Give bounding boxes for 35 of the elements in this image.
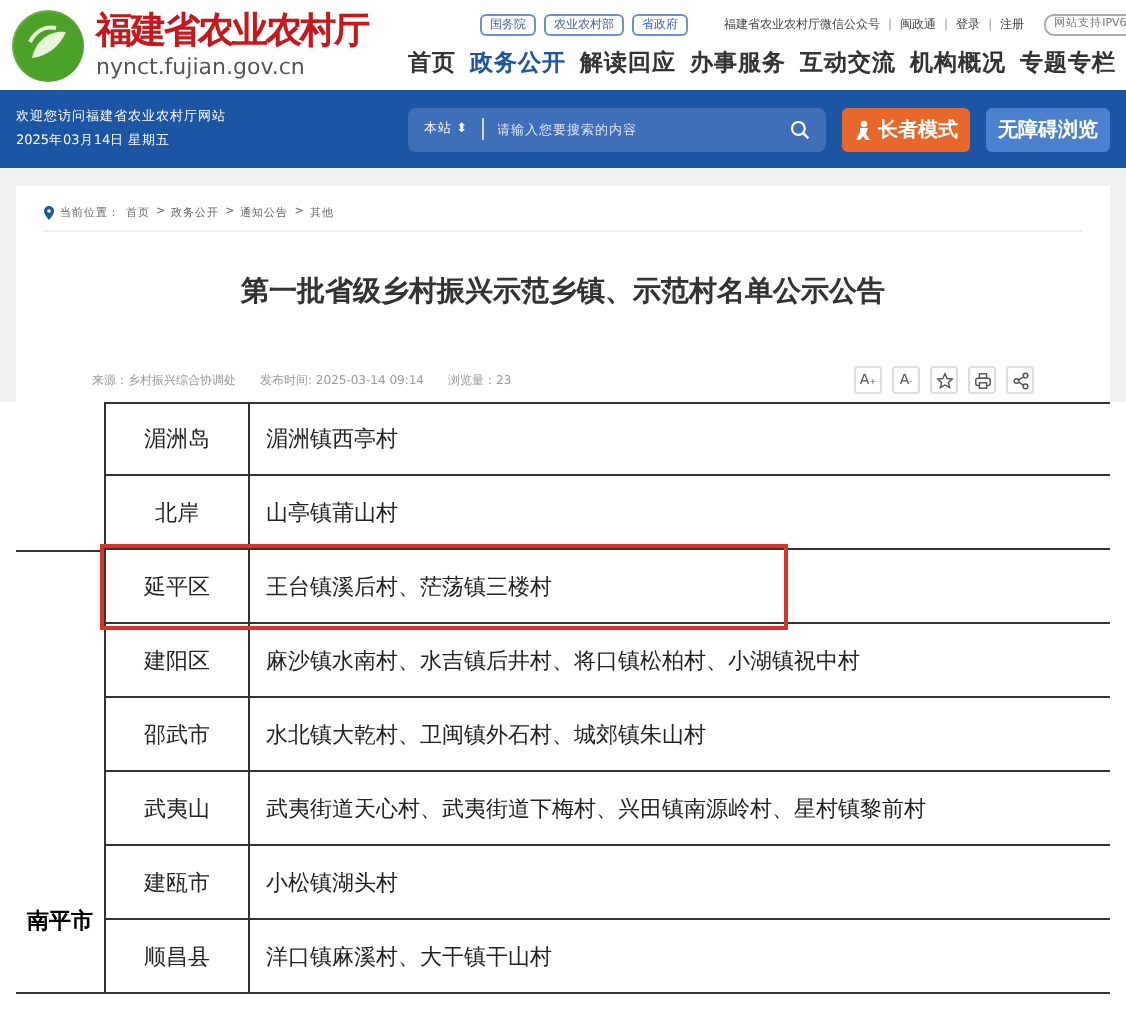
district-cell: 武夷山 <box>104 772 250 846</box>
site-name: 福建省农业农村厅 <box>96 9 371 53</box>
favorite-button[interactable] <box>930 366 958 394</box>
district-cell: 建阳区 <box>104 624 250 698</box>
village-cell: 湄洲镇西亭村 <box>250 402 1110 476</box>
leaf-logo-icon <box>12 9 84 81</box>
village-cell: 武夷街道天心村、武夷街道下梅村、兴田镇南源岭村、星村镇黎前村 <box>250 772 1110 846</box>
village-cell: 麻沙镇水南村、水吉镇后井村、将口镇松柏村、小湖镇祝中村 <box>250 624 1110 698</box>
article-title: 第一批省级乡村振兴示范乡镇、示范村名单公示公告 <box>239 274 887 310</box>
nav-tab[interactable]: 首页 <box>408 47 456 77</box>
district-cell: 延平区 <box>104 550 250 624</box>
location-pin-icon <box>44 205 54 219</box>
village-cell: 洋口镇麻溪村、大干镇干山村 <box>250 920 1110 994</box>
site-domain: nynct.fujian.gov.cn <box>96 53 307 81</box>
nav-tab[interactable]: 专题专栏 <box>1020 47 1116 77</box>
print-button[interactable] <box>968 366 996 394</box>
nav-tab[interactable]: 办事服务 <box>690 47 786 77</box>
village-cell: 山亭镇莆山村 <box>250 476 1110 550</box>
nav-tab[interactable]: 机构概况 <box>910 47 1006 77</box>
district-cell: 北岸 <box>104 476 250 550</box>
accessible-browse-button[interactable]: 无障碍浏览 <box>986 107 1110 151</box>
nav-tab[interactable]: 解读回应 <box>580 47 676 77</box>
village-cell: 小松镇湖头村 <box>250 846 1110 920</box>
village-cell: 王台镇溪后村、茫荡镇三楼村 <box>250 550 1110 624</box>
district-cell: 邵武市 <box>104 698 250 772</box>
nav-tab[interactable]: 政务公开 <box>470 47 566 77</box>
district-cell: 建瓯市 <box>104 846 250 920</box>
search-icon[interactable] <box>790 119 810 139</box>
village-cell: 水北镇大乾村、卫闽镇外石村、城郊镇朱山村 <box>250 698 1110 772</box>
district-cell: 湄洲岛 <box>104 402 250 476</box>
nav-tab[interactable]: 互动交流 <box>800 47 896 77</box>
share-button[interactable] <box>1006 366 1034 394</box>
city-cell: 南平市 <box>16 550 104 994</box>
elder-person-icon <box>854 119 872 139</box>
district-cell: 顺昌县 <box>104 920 250 994</box>
